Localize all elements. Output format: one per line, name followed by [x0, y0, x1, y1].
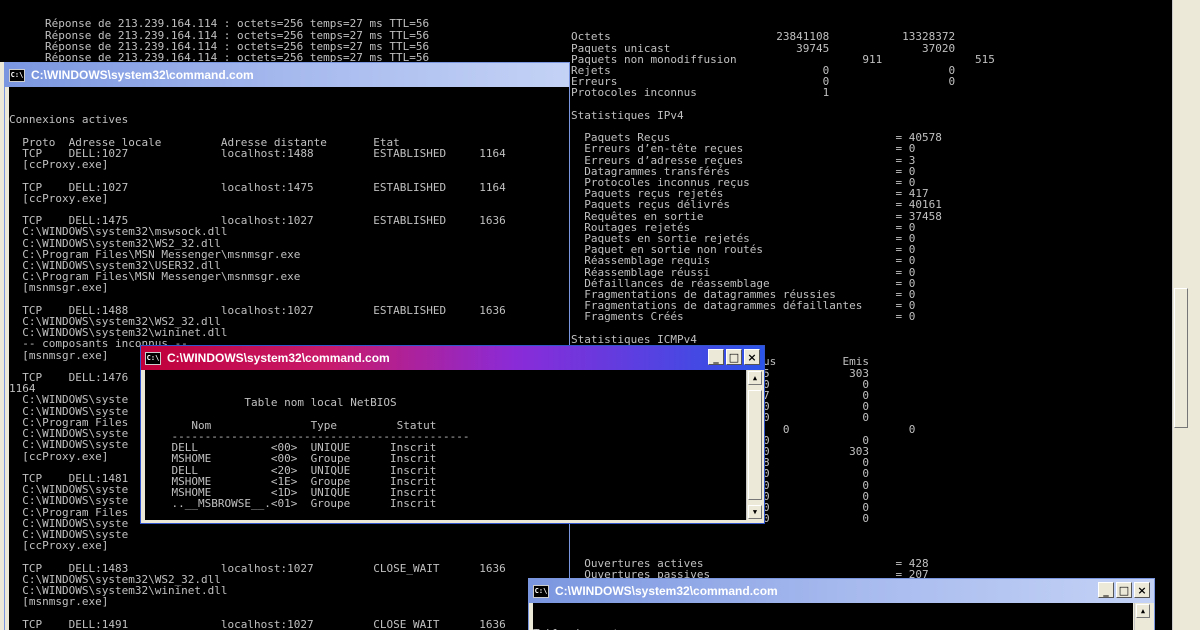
minimize-button[interactable]: _	[708, 349, 724, 365]
window-controls: _ □ ×	[708, 349, 760, 365]
console-line: [ccProxy.exe]	[9, 158, 109, 172]
scroll-up-arrow[interactable]: ▲	[748, 371, 762, 385]
console-line: Paquets reçus délivrés = 40161	[571, 198, 942, 212]
route-title-bar[interactable]: C:\ C:\WINDOWS\system32\command.com _ □ …	[529, 579, 1154, 603]
netbios-output: Table nom local NetBIOS Nom Type Statut …	[145, 397, 746, 520]
maximize-button[interactable]: □	[1116, 582, 1132, 598]
console-icon: C:\	[145, 351, 161, 365]
netbios-scrollbar[interactable]: ▲ ▼	[746, 370, 763, 520]
window-controls: _ □ ×	[1098, 582, 1150, 598]
console-line: Fragments Créés = 0	[571, 310, 916, 324]
netbios-scroll-thumb[interactable]	[748, 390, 762, 500]
stats-scrollbar[interactable]	[1172, 0, 1190, 630]
netbios-title-bar[interactable]: C:\ C:\WINDOWS\system32\command.com _ □ …	[141, 346, 764, 370]
window-title: C:\WINDOWS\system32\command.com	[31, 68, 254, 82]
maximize-button[interactable]: □	[726, 349, 742, 365]
console-line: Réponse de 213.239.164.114 : octets=256 …	[45, 17, 430, 31]
console-line: ..__MSBROWSE__.<01> Groupe Inscrit	[145, 497, 437, 511]
console-line: Réassemblage requis = 0	[571, 254, 916, 268]
console-line: Erreurs d’en-tête reçues = 0	[571, 142, 916, 156]
console-line: [ccProxy.exe]	[9, 539, 109, 553]
console-line: Table nom local NetBIOS	[145, 396, 397, 410]
route-window: C:\ C:\WINDOWS\system32\command.com _ □ …	[528, 578, 1155, 630]
window-title: C:\WINDOWS\system32\command.com	[167, 351, 390, 365]
console-line: Connexions actives	[9, 113, 129, 127]
close-button[interactable]: ×	[744, 349, 760, 365]
console-line: Protocoles inconnus 1	[571, 86, 830, 100]
console-line: MSHOME <00> Groupe Inscrit	[145, 452, 437, 466]
minimize-button[interactable]: _	[1098, 582, 1114, 598]
window-title: C:\WINDOWS\system32\command.com	[555, 584, 778, 598]
stats-scroll-thumb[interactable]	[1174, 288, 1188, 428]
console-line: [ccProxy.exe]	[9, 191, 109, 205]
console-line: Réponse de 213.239.164.114 : octets=256 …	[45, 51, 430, 62]
ping-console: Réponse de 213.239.164.114 : octets=256 …	[0, 0, 570, 62]
console-line: Statistiques IPv4	[571, 108, 684, 122]
scroll-down-arrow[interactable]: ▼	[748, 505, 762, 519]
scroll-up-arrow[interactable]: ▲	[1136, 604, 1150, 618]
console-line: [msnmsgr.exe]	[9, 281, 109, 295]
desktop-edge	[1190, 0, 1200, 630]
route-scrollbar[interactable]: ▲	[1134, 603, 1151, 630]
console-line: C:\WINDOWS\system32\mswsock.dll	[9, 225, 228, 239]
console-icon: C:\	[533, 584, 549, 598]
netstat-stats-console: Octets 23841108 13328372 Paquets unicast …	[570, 0, 1172, 630]
netbios-console[interactable]: Table nom local NetBIOS Nom Type Statut …	[145, 370, 746, 520]
netbios-window: C:\ C:\WINDOWS\system32\command.com _ □ …	[140, 345, 765, 524]
netstat-title-bar[interactable]: C:\ C:\WINDOWS\system32\command.com	[5, 63, 569, 87]
close-button[interactable]: ×	[1134, 582, 1150, 598]
console-line: Octets 23841108 13328372	[571, 30, 956, 44]
route-console[interactable]: Table de routage========================…	[533, 603, 1133, 630]
console-line: [msnmsgr.exe]	[9, 595, 109, 609]
console-icon: C:\	[9, 68, 25, 82]
console-line: Statistiques ICMPv4	[571, 332, 697, 346]
ping-output: Réponse de 213.239.164.114 : octets=256 …	[0, 18, 570, 62]
